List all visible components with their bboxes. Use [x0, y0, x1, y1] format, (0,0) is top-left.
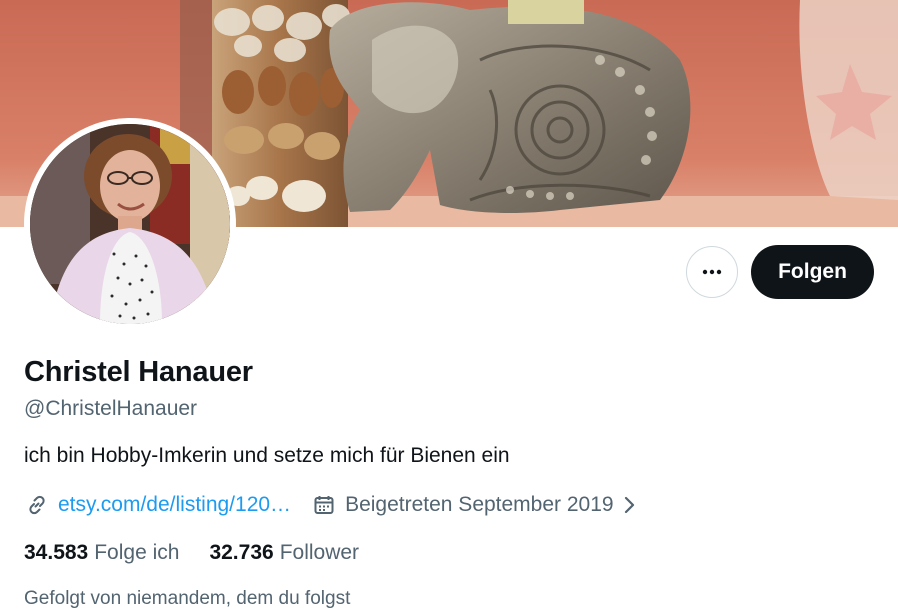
more-options-button[interactable]	[686, 246, 738, 298]
more-horizontal-icon	[702, 269, 722, 275]
display-name: Christel Hanauer	[24, 356, 253, 388]
profile-meta-row: etsy.com/de/listing/120… Beigetreten Sep…	[24, 490, 638, 520]
following-count: 34.583	[24, 541, 89, 564]
link-icon	[24, 492, 50, 518]
calendar-icon	[311, 492, 337, 518]
followers-label: Follower	[279, 541, 360, 564]
user-handle: @ChristelHanauer	[24, 397, 198, 420]
following-label: Folge ich	[94, 541, 180, 564]
website-link[interactable]: etsy.com/de/listing/120…	[58, 493, 291, 517]
chevron-right-icon[interactable]	[620, 494, 638, 516]
profile-page: Folgen Christel Hanauer @ChristelHanauer…	[0, 0, 898, 615]
followed-by-text: Gefolgt von niemandem, dem du folgst	[24, 588, 351, 609]
avatar-photo	[30, 124, 230, 324]
joined-date[interactable]: Beigetreten September 2019	[311, 492, 638, 518]
followers-count: 32.736	[209, 541, 274, 564]
joined-date-text: Beigetreten September 2019	[345, 493, 614, 516]
follow-button[interactable]: Folgen	[751, 245, 874, 299]
profile-bio: ich bin Hobby-Imkerin und setze mich für…	[24, 444, 510, 467]
profile-avatar[interactable]	[24, 118, 236, 330]
follow-button-label: Folgen	[778, 260, 847, 283]
follow-stats: 34.583 Folge ich 32.736 Follower	[24, 539, 359, 567]
following-stat[interactable]: 34.583 Folge ich	[24, 539, 179, 567]
followers-stat[interactable]: 32.736 Follower	[209, 539, 359, 567]
